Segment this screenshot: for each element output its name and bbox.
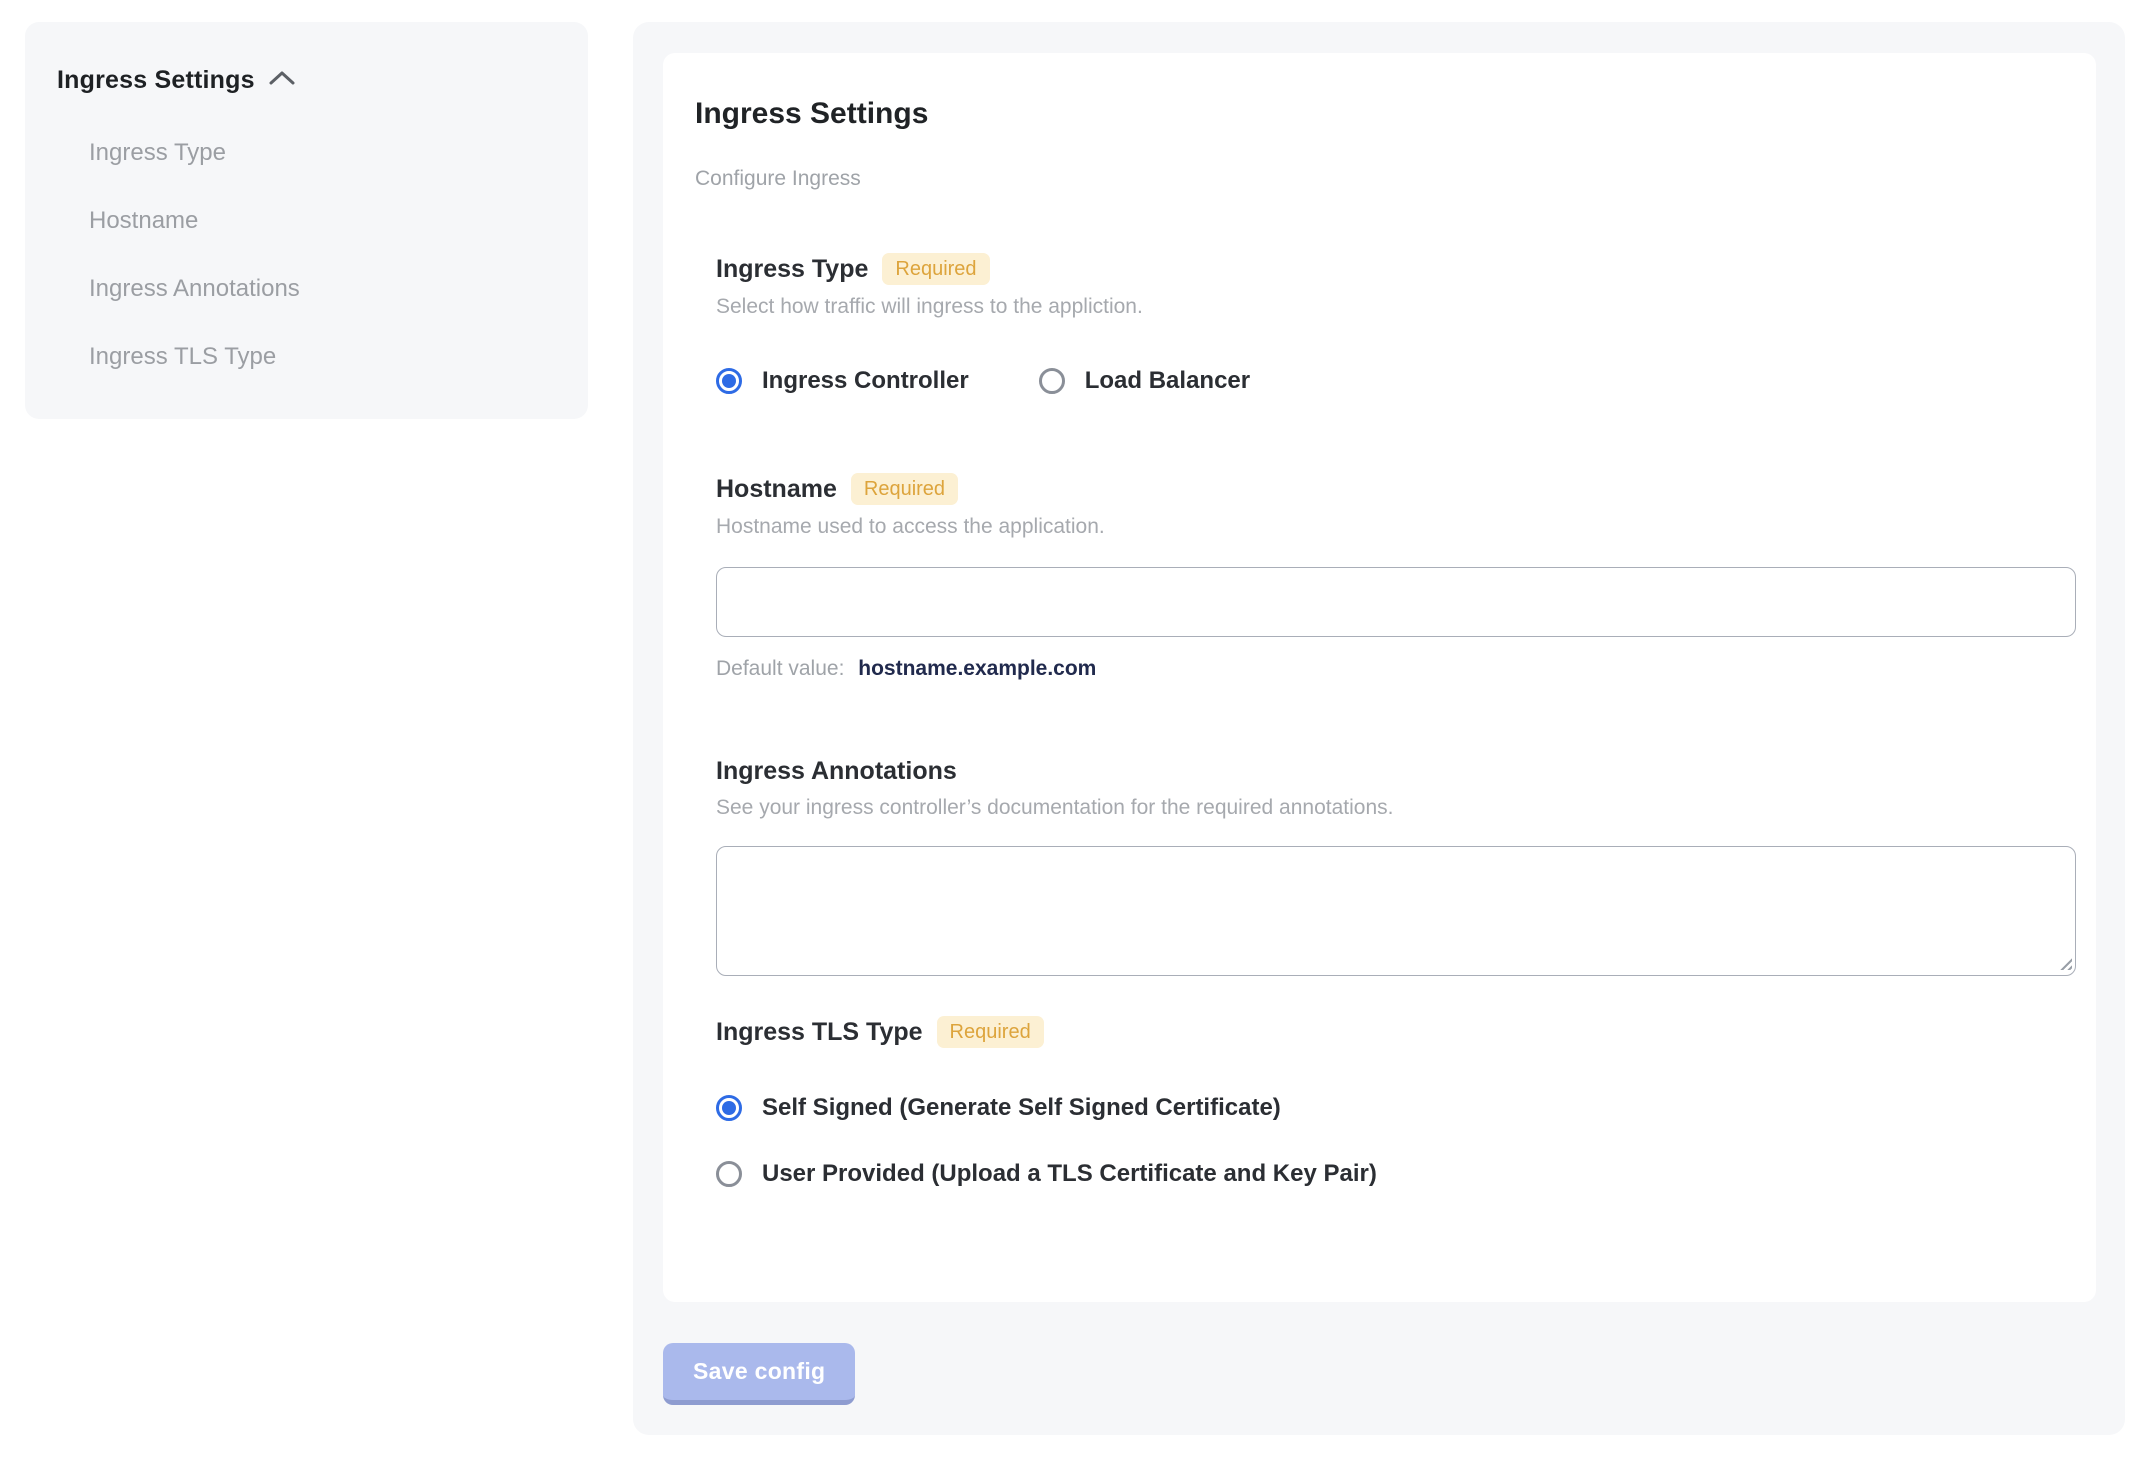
required-badge: Required xyxy=(850,473,959,505)
radio-option-load-balancer[interactable]: Load Balancer xyxy=(1038,367,1251,395)
radio-label: Self Signed (Generate Self Signed Certif… xyxy=(762,1094,1281,1121)
hostname-default-line: Default value: hostname.example.com xyxy=(716,657,2076,681)
form-sections: Ingress Type Required Select how traffic… xyxy=(716,253,2076,1188)
section-ingress-annotations: Ingress Annotations See your ingress con… xyxy=(716,757,2076,976)
sidebar-item-ingress-tls-type[interactable]: Ingress TLS Type xyxy=(57,323,558,391)
page-subtitle: Configure Ingress xyxy=(695,167,861,190)
ingress-type-label: Ingress Type xyxy=(716,254,869,283)
hostname-input[interactable] xyxy=(716,567,2076,637)
sidebar-item-ingress-type[interactable]: Ingress Type xyxy=(57,119,558,187)
section-hostname: Hostname Required Hostname used to acces… xyxy=(716,473,2076,681)
sidebar-item-list: Ingress Type Hostname Ingress Annotation… xyxy=(57,119,558,391)
sidebar-item-hostname[interactable]: Hostname xyxy=(57,187,558,255)
ingress-type-help: Select how traffic will ingress to the a… xyxy=(716,295,1143,318)
radio-label: User Provided (Upload a TLS Certificate … xyxy=(762,1160,1377,1187)
settings-nav-sidebar: Ingress Settings Ingress Type Hostname I… xyxy=(25,22,588,419)
required-badge: Required xyxy=(936,1016,1044,1048)
sidebar-section-toggle[interactable]: Ingress Settings xyxy=(57,66,558,95)
radio-label: Ingress Controller xyxy=(762,367,969,394)
hostname-help: Hostname used to access the application. xyxy=(716,515,1105,538)
radio-option-user-provided[interactable]: User Provided (Upload a TLS Certificate … xyxy=(716,1160,2076,1188)
sidebar-item-ingress-annotations[interactable]: Ingress Annotations xyxy=(57,255,558,323)
ingress-annotations-textarea[interactable] xyxy=(716,846,2076,976)
required-badge: Required xyxy=(882,253,990,285)
tls-type-radio-group: Self Signed (Generate Self Signed Certif… xyxy=(716,1094,2076,1188)
ingress-annotations-label: Ingress Annotations xyxy=(716,757,957,785)
section-ingress-tls-type: Ingress TLS Type Required Self Signed (G… xyxy=(716,1016,2076,1188)
ingress-tls-type-label: Ingress TLS Type xyxy=(716,1017,923,1046)
save-config-button[interactable]: Save config xyxy=(663,1343,856,1405)
page-title: Ingress Settings xyxy=(695,97,929,130)
radio-label: Load Balancer xyxy=(1084,367,1251,394)
hostname-label: Hostname xyxy=(716,474,837,503)
chevron-up-icon[interactable] xyxy=(269,70,295,91)
ingress-settings-panel: Ingress Settings Configure Ingress Ingre… xyxy=(633,22,2125,1435)
radio-icon[interactable] xyxy=(716,1161,742,1187)
ingress-settings-card: Ingress Settings Configure Ingress Ingre… xyxy=(663,53,2096,1302)
radio-option-ingress-controller[interactable]: Ingress Controller xyxy=(716,367,969,395)
radio-option-self-signed[interactable]: Self Signed (Generate Self Signed Certif… xyxy=(716,1094,2076,1122)
radio-icon[interactable] xyxy=(716,368,742,394)
sidebar-section-title: Ingress Settings xyxy=(57,66,255,94)
ingress-type-radio-group: Ingress Controller Load Balancer xyxy=(716,367,2076,395)
radio-icon[interactable] xyxy=(716,1095,742,1121)
default-value-text: hostname.example.com xyxy=(858,657,1097,680)
radio-icon[interactable] xyxy=(1038,368,1065,394)
default-value-prefix: Default value: xyxy=(716,657,845,680)
section-ingress-type: Ingress Type Required Select how traffic… xyxy=(716,253,2076,395)
ingress-annotations-help: See your ingress controller’s documentat… xyxy=(716,796,1394,819)
